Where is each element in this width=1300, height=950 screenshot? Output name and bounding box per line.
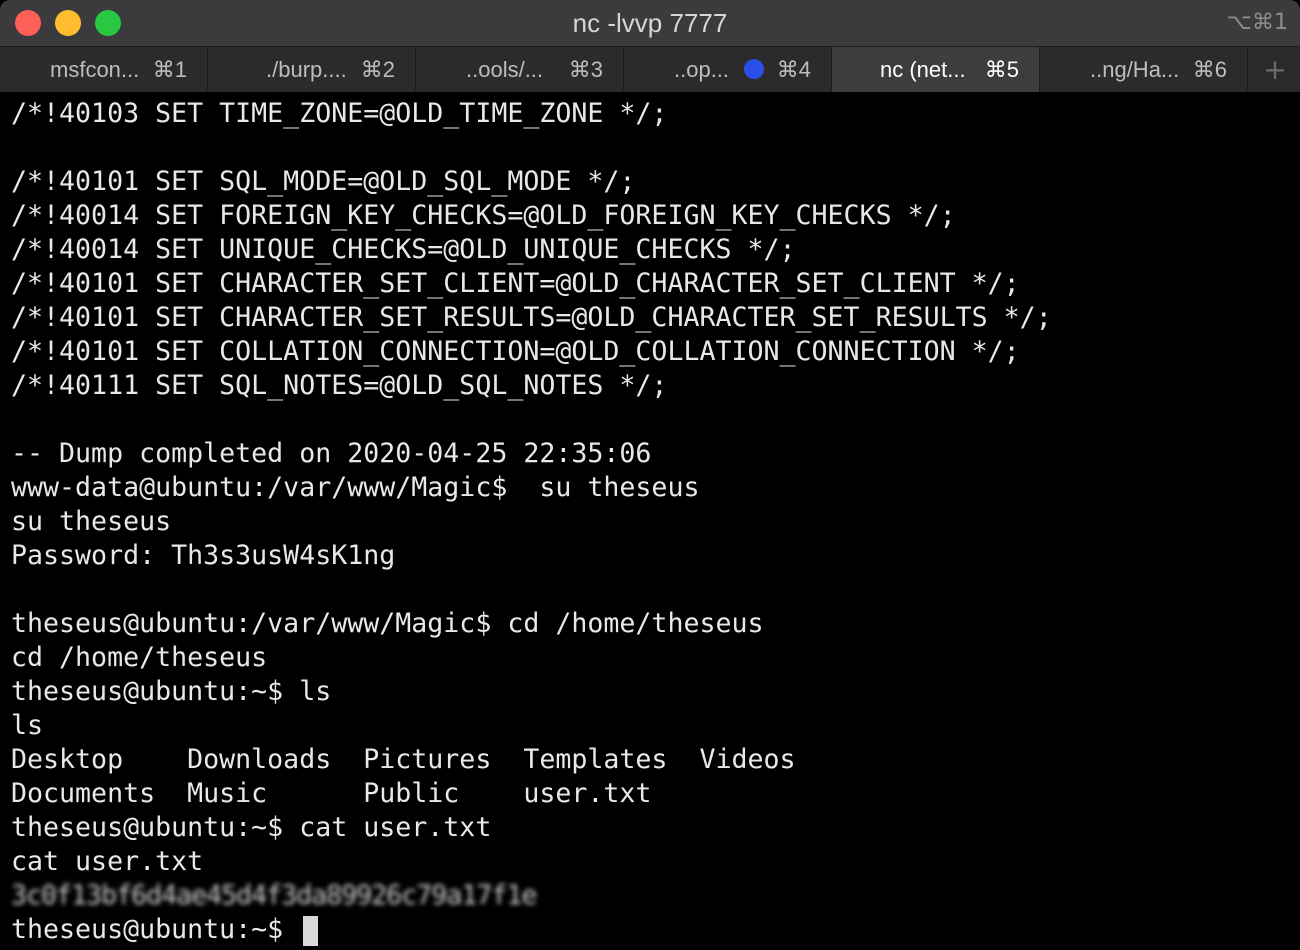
terminal-line-text: ls bbox=[11, 710, 44, 741]
tab-shortcut: ⌘4 bbox=[776, 57, 811, 82]
title-bar[interactable]: nc -lvvp 7777 ⌥⌘1 bbox=[0, 0, 1300, 46]
tab-label: msfcon... bbox=[50, 57, 140, 82]
terminal-line-text: theseus@ubuntu:~$ cat user.txt bbox=[11, 812, 492, 843]
terminal-line: /*!40101 SET CHARACTER_SET_CLIENT=@OLD_C… bbox=[11, 267, 1020, 301]
terminal-line-text: Documents Music Public user.txt bbox=[11, 778, 652, 809]
terminal-line-text: /*!40111 SET SQL_NOTES=@OLD_SQL_NOTES */… bbox=[11, 370, 668, 401]
terminal-line: theseus@ubuntu:/var/www/Magic$ cd /home/… bbox=[11, 607, 764, 641]
terminal-line: /*!40014 SET FOREIGN_KEY_CHECKS=@OLD_FOR… bbox=[11, 199, 956, 233]
terminal-line: /*!40101 SET CHARACTER_SET_RESULTS=@OLD_… bbox=[11, 301, 1052, 335]
terminal-line-text: theseus@ubuntu:/var/www/Magic$ cd /home/… bbox=[11, 608, 764, 639]
tab-4[interactable]: ..op... ⌘4 bbox=[624, 47, 832, 92]
tab-bar: msfcon... ⌘1 ./burp.... ⌘2 ..ools/... ⌘3 ..op.… bbox=[0, 46, 1300, 92]
terminal-line-text: su theseus bbox=[11, 506, 172, 537]
tab-label: ..op... bbox=[674, 57, 730, 82]
tab-shortcut: ⌘6 bbox=[1192, 57, 1227, 82]
window-title: nc -lvvp 7777 bbox=[572, 8, 728, 38]
terminal-line: Desktop Downloads Pictures Templates Vid… bbox=[11, 743, 796, 777]
terminal-line-text: /*!40103 SET TIME_ZONE=@OLD_TIME_ZONE */… bbox=[11, 98, 668, 129]
tab-label: nc (net... bbox=[880, 57, 966, 82]
terminal-line-text: /*!40101 SET CHARACTER_SET_CLIENT=@OLD_C… bbox=[11, 268, 1020, 299]
terminal-line: www-data@ubuntu:/var/www/Magic$ su these… bbox=[11, 471, 699, 505]
terminal-line: /*!40103 SET TIME_ZONE=@OLD_TIME_ZONE */… bbox=[11, 97, 667, 131]
window-shortcut: ⌥⌘1 bbox=[1226, 10, 1288, 35]
terminal-line-text: /*!40101 SET CHARACTER_SET_RESULTS=@OLD_… bbox=[11, 302, 1052, 333]
tab-3[interactable]: ..ools/... ⌘3 bbox=[416, 47, 624, 92]
terminal-window: nc -lvvp 7777 ⌥⌘1 msfcon... ⌘1 ./burp.... ⌘… bbox=[0, 0, 1300, 950]
tab-5[interactable]: nc (net... ⌘5 bbox=[832, 47, 1040, 92]
terminal-line: -- Dump completed on 2020-04-25 22:35:06 bbox=[11, 437, 651, 471]
terminal-line-text: cat user.txt bbox=[11, 846, 204, 877]
terminal-output[interactable]: /*!40103 SET TIME_ZONE=@OLD_TIME_ZONE */… bbox=[0, 92, 1300, 950]
terminal-line: theseus@ubuntu:~$ ls bbox=[11, 675, 331, 709]
terminal-line-text: Password: Th3s3usW4sK1ng bbox=[11, 540, 396, 571]
tab-shortcut: ⌘2 bbox=[360, 57, 395, 82]
terminal-line: ls bbox=[11, 709, 43, 743]
tab-6[interactable]: ..ng/Ha... ⌘6 bbox=[1040, 47, 1248, 92]
terminal-line-text: cd /home/theseus bbox=[11, 642, 268, 673]
terminal-line-text: Desktop Downloads Pictures Templates Vid… bbox=[11, 744, 796, 775]
terminal-line: theseus@ubuntu:~$ cat user.txt bbox=[11, 811, 491, 845]
terminal-line: Documents Music Public user.txt bbox=[11, 777, 651, 811]
terminal-line-text: -- Dump completed on 2020-04-25 22:35:06 bbox=[11, 438, 652, 469]
terminal-line: su theseus bbox=[11, 505, 171, 539]
tab-label: ./burp.... bbox=[266, 57, 347, 82]
terminal-line-text: theseus@ubuntu:~$ bbox=[11, 914, 300, 945]
activity-dot-icon bbox=[744, 59, 764, 79]
tab-2[interactable]: ./burp.... ⌘2 bbox=[208, 47, 416, 92]
terminal-line-text: /*!40101 SET COLLATION_CONNECTION=@OLD_C… bbox=[11, 336, 1020, 367]
terminal-line: 3c0f13bf6d4ae45d4f3da89926c79a17f1e bbox=[11, 879, 537, 913]
terminal-line-text: /*!40014 SET UNIQUE_CHECKS=@OLD_UNIQUE_C… bbox=[11, 234, 796, 265]
tab-shortcut: ⌘3 bbox=[568, 57, 603, 82]
tab-shortcut: ⌘5 bbox=[984, 57, 1019, 82]
terminal-line: /*!40101 SET COLLATION_CONNECTION=@OLD_C… bbox=[11, 335, 1020, 369]
terminal-line: /*!40111 SET SQL_NOTES=@OLD_SQL_NOTES */… bbox=[11, 369, 667, 403]
tab-1[interactable]: msfcon... ⌘1 bbox=[0, 47, 208, 92]
terminal-line: theseus@ubuntu:~$ bbox=[11, 913, 319, 947]
terminal-line: cd /home/theseus bbox=[11, 641, 267, 675]
terminal-line: /*!40014 SET UNIQUE_CHECKS=@OLD_UNIQUE_C… bbox=[11, 233, 796, 267]
terminal-line-text: /*!40014 SET FOREIGN_KEY_CHECKS=@OLD_FOR… bbox=[11, 200, 956, 231]
redacted-flag: 3c0f13bf6d4ae45d4f3da89926c79a17f1e bbox=[11, 880, 537, 911]
terminal-line: cat user.txt bbox=[11, 845, 203, 879]
cursor-block bbox=[303, 915, 319, 946]
terminal-line: /*!40101 SET SQL_MODE=@OLD_SQL_MODE */; bbox=[11, 165, 635, 199]
new-tab-button[interactable]: + bbox=[1250, 47, 1300, 92]
tab-label: ..ools/... bbox=[466, 57, 544, 82]
tab-label: ..ng/Ha... bbox=[1090, 57, 1180, 82]
terminal-line-text: www-data@ubuntu:/var/www/Magic$ su these… bbox=[11, 472, 700, 503]
terminal-line: Password: Th3s3usW4sK1ng bbox=[11, 539, 395, 573]
terminal-line-text: /*!40101 SET SQL_MODE=@OLD_SQL_MODE */; bbox=[11, 166, 636, 197]
terminal-line-text: theseus@ubuntu:~$ ls bbox=[11, 676, 332, 707]
tab-shortcut: ⌘1 bbox=[152, 57, 187, 82]
